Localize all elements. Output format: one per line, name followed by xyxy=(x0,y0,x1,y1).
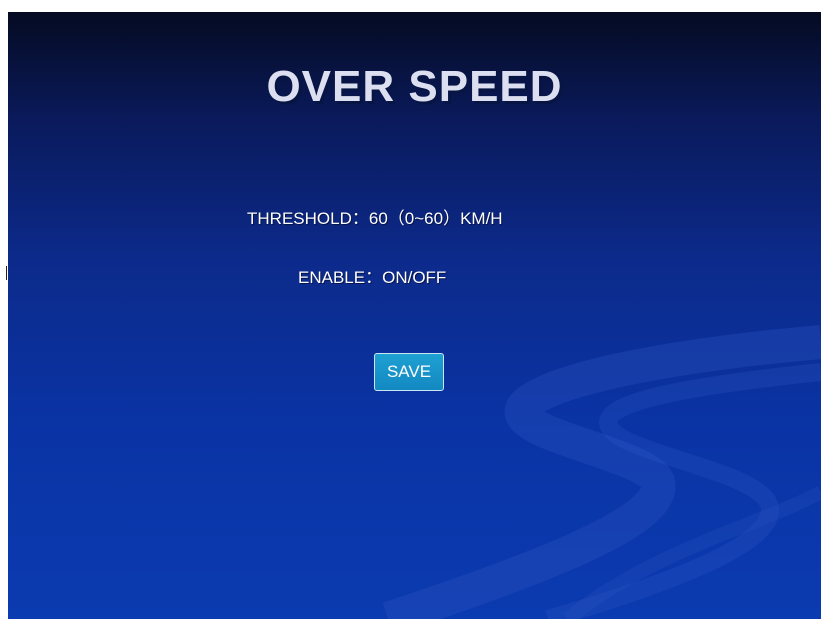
threshold-label: THRESHOLD xyxy=(247,209,352,228)
enable-value[interactable]: ON/OFF xyxy=(382,268,446,287)
edge-tick xyxy=(6,266,7,280)
threshold-range: （0~60） xyxy=(387,209,461,228)
enable-label: ENABLE xyxy=(298,268,366,287)
slide-panel: OVER SPEED THRESHOLD：60（0~60）KM/H ENABLE… xyxy=(8,12,821,619)
threshold-unit: KM/H xyxy=(460,209,503,228)
enable-row: ENABLE：ON/OFF xyxy=(298,263,446,288)
threshold-value[interactable]: 60 xyxy=(369,209,388,228)
threshold-separator: ： xyxy=(351,209,369,228)
page-title: OVER SPEED xyxy=(266,62,563,111)
save-button[interactable]: SAVE xyxy=(374,353,444,391)
enable-separator: ： xyxy=(365,268,383,287)
threshold-row: THRESHOLD：60（0~60）KM/H xyxy=(247,204,503,229)
